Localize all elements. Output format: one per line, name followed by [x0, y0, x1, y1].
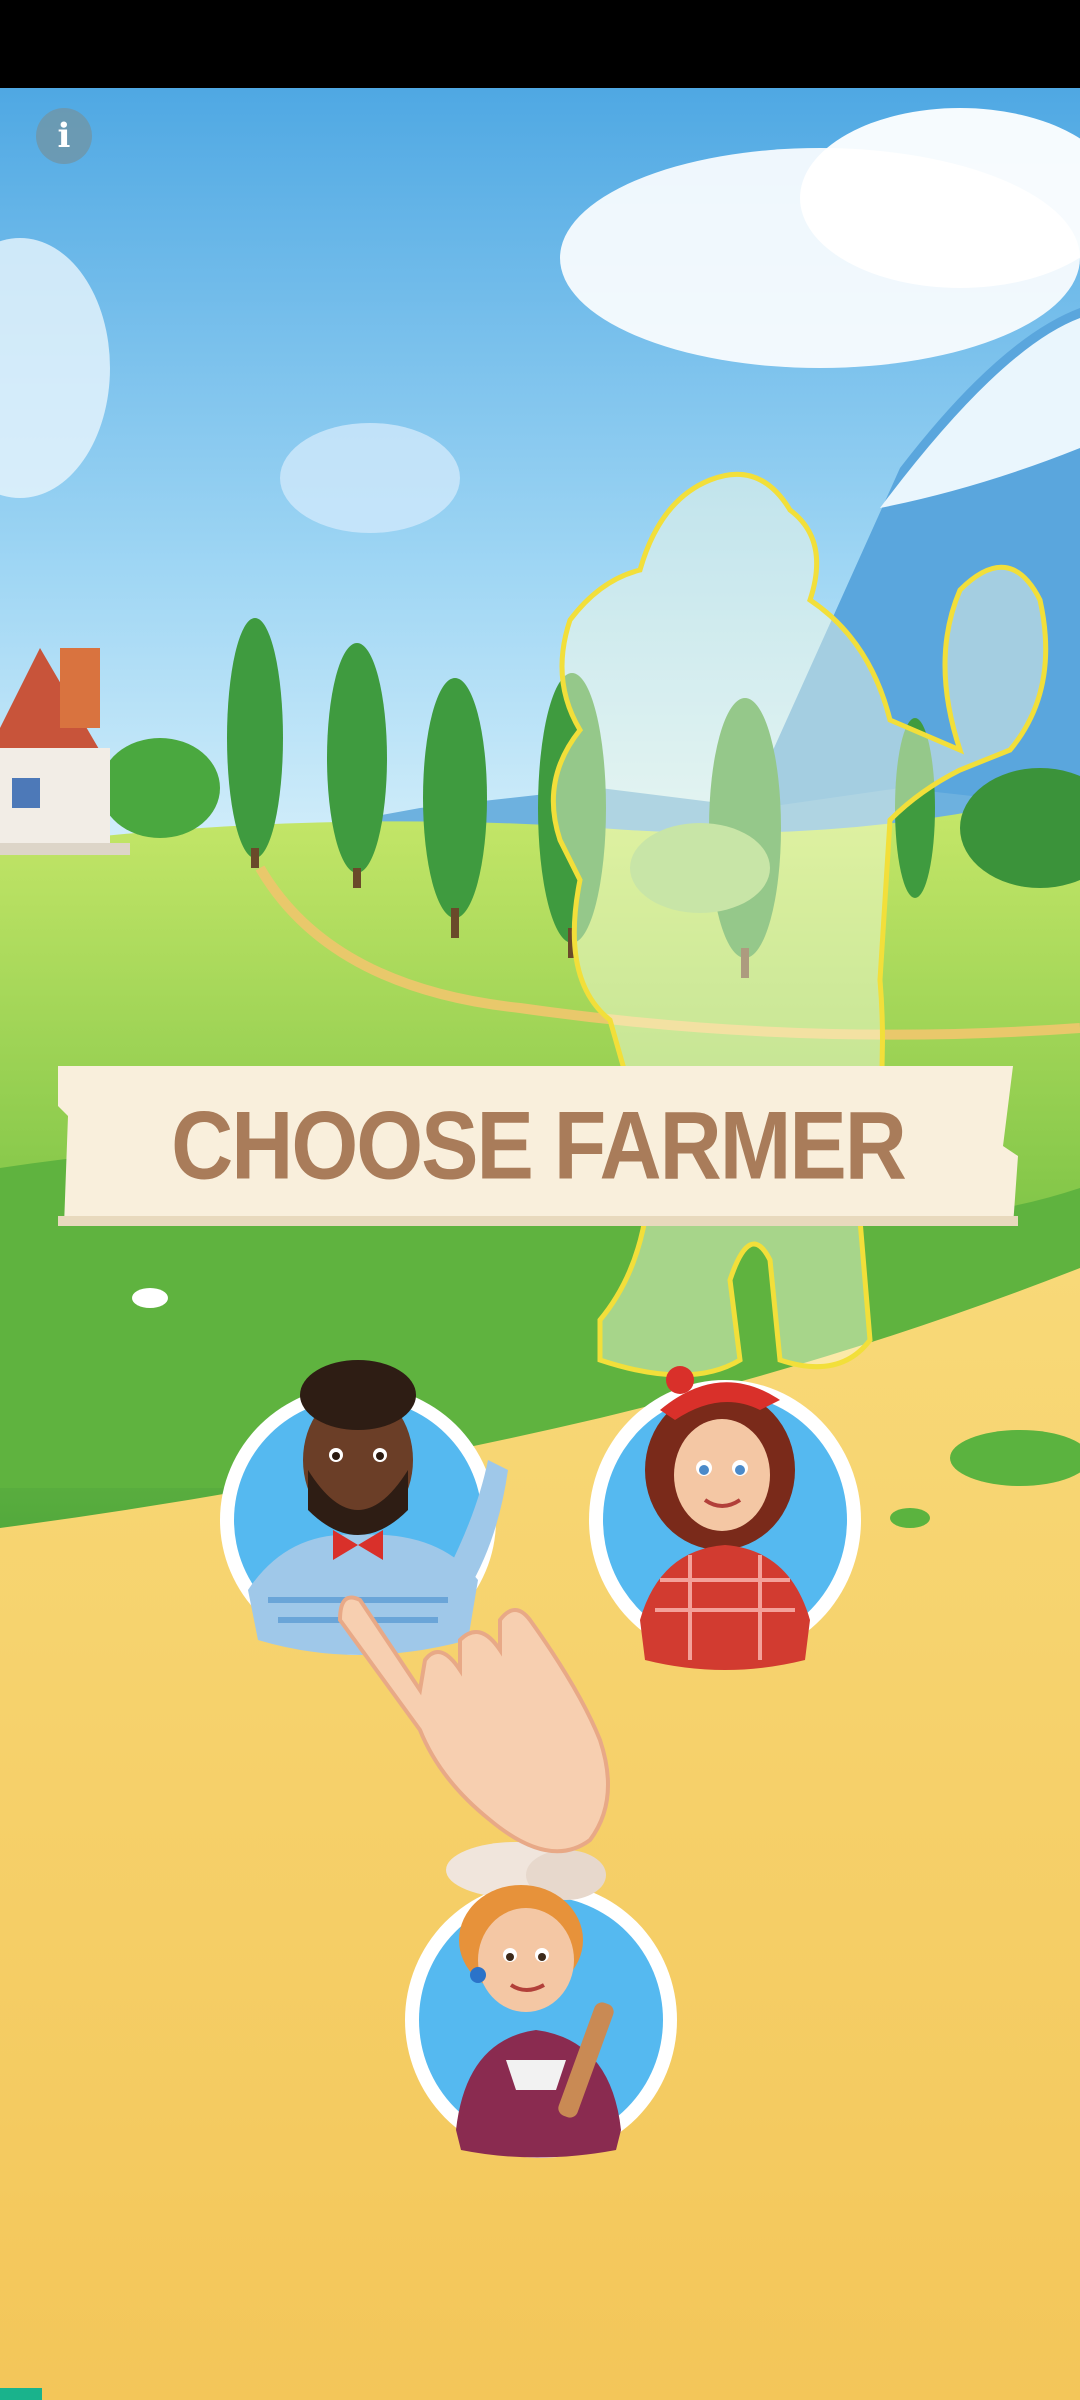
- farmer-woman-plaid-icon[interactable]: [580, 1360, 870, 1680]
- page-title: CHOOSE FARMER: [171, 1091, 907, 1200]
- info-button[interactable]: i: [36, 108, 92, 164]
- accent-strip: [0, 2388, 42, 2400]
- status-bar: [0, 0, 1080, 88]
- farmer-baker-chef-icon[interactable]: [396, 1840, 686, 2170]
- farmer-man-bowtie-icon[interactable]: [208, 1350, 508, 1690]
